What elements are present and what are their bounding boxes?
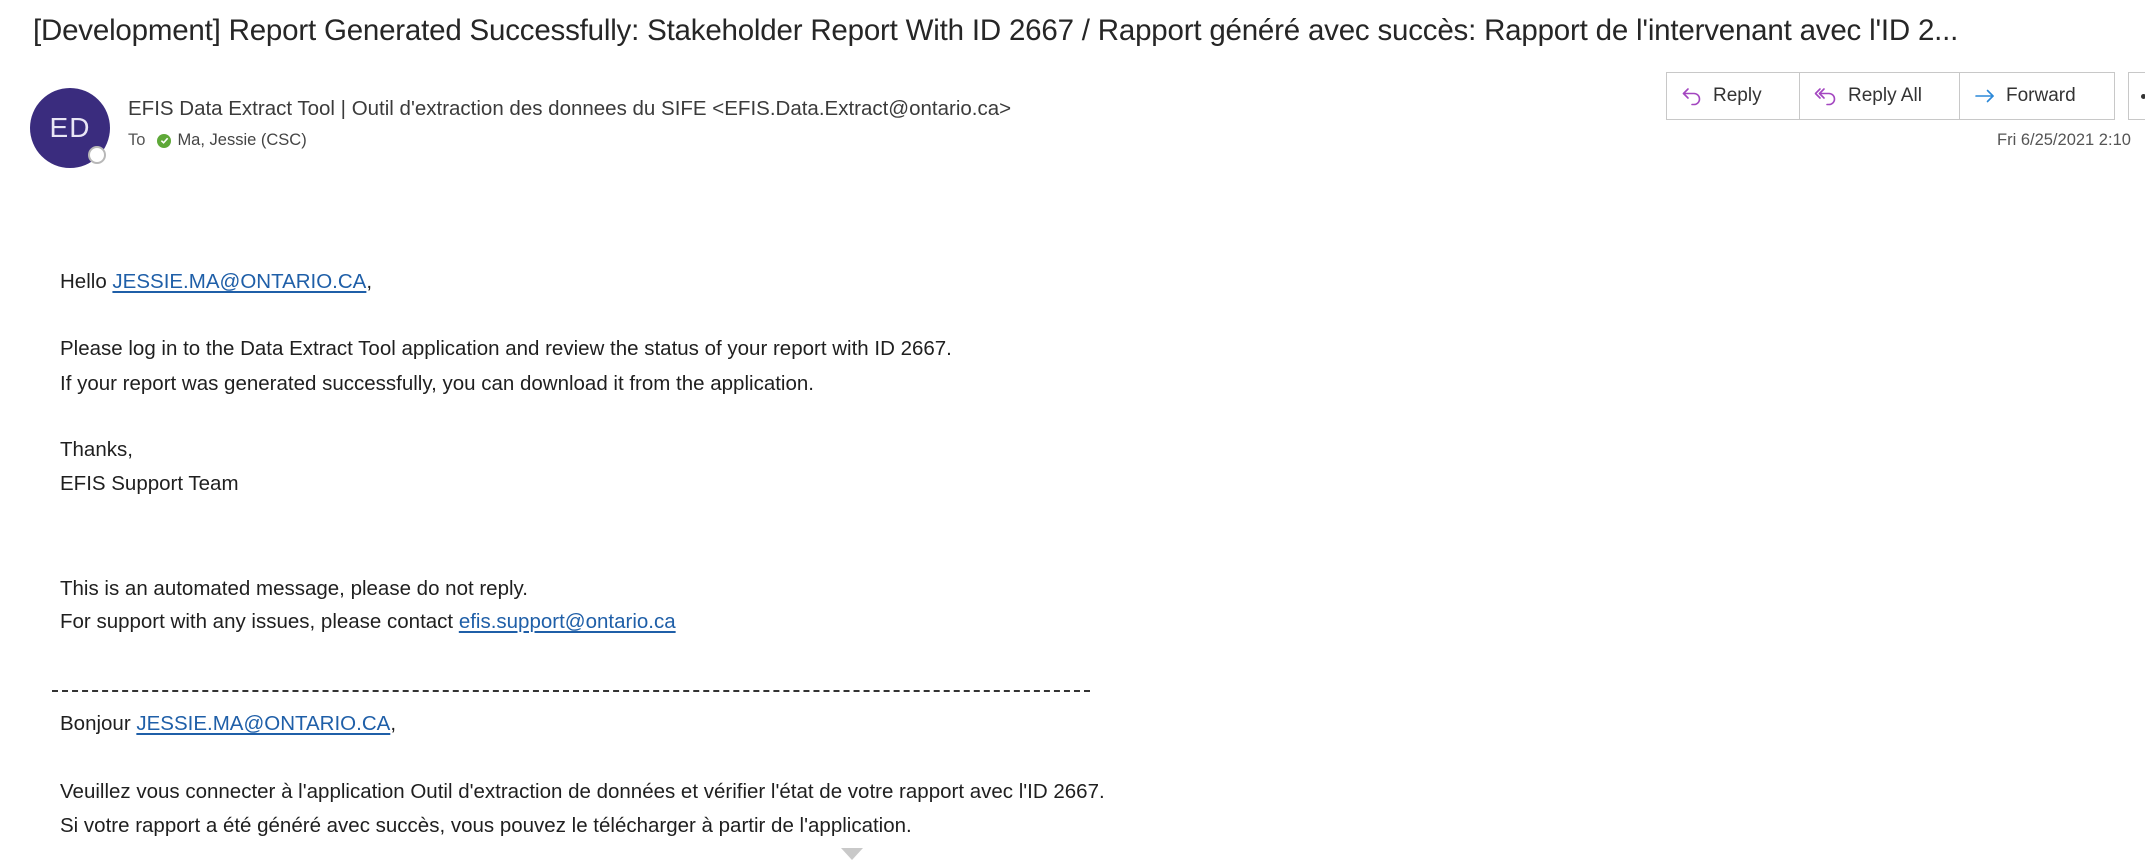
support-email-link[interactable]: efis.support@ontario.ca: [459, 610, 676, 633]
reply-all-label: Reply All: [1848, 85, 1922, 106]
more-actions-button[interactable]: [2128, 72, 2145, 120]
scroll-down-icon[interactable]: [841, 848, 863, 860]
reply-icon: [1682, 88, 1701, 106]
greeting-en-suffix: ,: [366, 270, 373, 293]
greeting-fr-suffix: ,: [390, 712, 397, 735]
greeting-en-text: Hello: [60, 270, 113, 293]
recipient-name[interactable]: Ma, Jessie (CSC): [177, 131, 306, 150]
thanks-text: Thanks,: [60, 438, 133, 461]
forward-button[interactable]: Forward: [1959, 72, 2115, 120]
forward-label: Forward: [2006, 85, 2076, 106]
automated-notice: This is an automated message, please do …: [60, 577, 528, 600]
reply-label: Reply: [1713, 85, 1762, 106]
forward-icon: [1975, 89, 1994, 103]
signature-text: EFIS Support Team: [60, 472, 239, 495]
more-dots-icon: [2141, 94, 2145, 99]
reply-button[interactable]: Reply: [1666, 72, 1800, 120]
body-en-line-1: Please log in to the Data Extract Tool a…: [60, 337, 952, 360]
message-actions: Reply Reply All Forward: [1666, 72, 2115, 122]
greeting-fr-text: Bonjour: [60, 712, 137, 735]
body-fr-line-1: Veuillez vous connecter à l'application …: [60, 780, 1105, 803]
reply-all-icon: [1814, 88, 1836, 106]
to-label: To: [128, 131, 146, 149]
email-subject: [Development] Report Generated Successfu…: [33, 14, 1959, 47]
greeting-en: Hello JESSIE.MA@ONTARIO.CA,: [60, 270, 372, 294]
body-en-line-2: If your report was generated successfull…: [60, 372, 814, 395]
support-prefix: For support with any issues, please cont…: [60, 610, 459, 633]
language-divider: [52, 690, 1090, 692]
greeting-en-email-link[interactable]: JESSIE.MA@ONTARIO.CA: [112, 270, 366, 293]
greeting-fr-email-link[interactable]: JESSIE.MA@ONTARIO.CA: [136, 712, 390, 735]
greeting-fr: Bonjour JESSIE.MA@ONTARIO.CA,: [60, 712, 396, 736]
support-line: For support with any issues, please cont…: [60, 610, 676, 634]
body-fr-line-2: Si votre rapport a été généré avec succè…: [60, 814, 912, 837]
presence-status-icon: [88, 146, 106, 164]
avatar-initials: ED: [49, 112, 91, 143]
received-date: Fri 6/25/2021 2:10: [1997, 131, 2131, 149]
reply-all-button[interactable]: Reply All: [1799, 72, 1960, 120]
sender-name[interactable]: EFIS Data Extract Tool | Outil d'extract…: [128, 97, 1011, 121]
recipients-row: To Ma, Jessie (CSC): [128, 131, 307, 150]
available-check-icon: [157, 133, 172, 148]
